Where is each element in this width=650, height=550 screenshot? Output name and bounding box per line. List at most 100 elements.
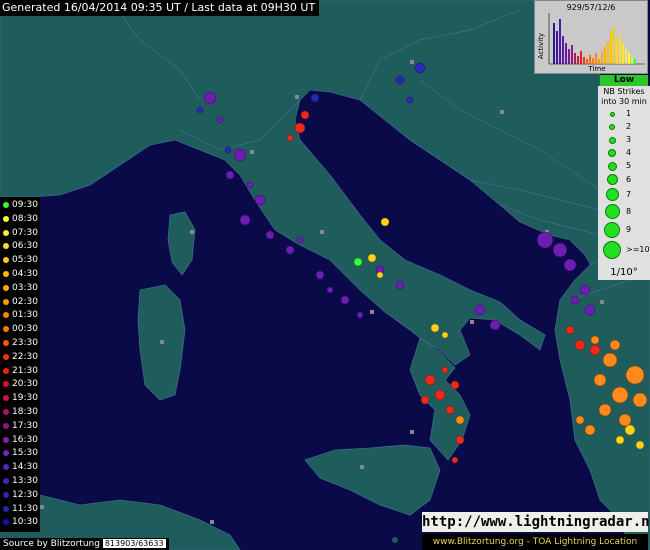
strike-size-label: 9 [626,225,632,234]
time-legend-row: 16:30 [0,434,40,446]
time-color-dot [3,271,9,277]
strikes-legend: NB Strikes into 30 min 1 2 3 4 5 6 7 8 9 >=10 [598,86,650,266]
time-color-dot [3,353,9,360]
generated-text: Generated 16/04/2014 09:35 UT [2,1,181,14]
time-label: 14:30 [12,462,38,473]
time-label: 18:30 [12,407,38,417]
activity-x-label: Time [587,65,605,73]
time-color-dot [3,395,9,402]
map-canvas[interactable] [0,0,650,550]
time-color-dot [3,464,9,471]
strike-size-label: 5 [626,161,632,170]
time-label: 02:30 [12,296,38,307]
time-legend-row: 04:30 [0,268,40,280]
time-legend-row: 12:30 [0,489,40,501]
strikes-legend-title-2: into 30 min [601,97,647,106]
strikes-legend-row: 1 [600,108,648,120]
strike-size-dot [608,136,616,144]
lightning-map-page: Generated 16/04/2014 09:35 UT / Last dat… [0,0,650,550]
time-label: 05:30 [12,255,38,266]
strike-size-dot [609,124,615,130]
activity-label: 929/57/12/6 [567,3,616,12]
time-legend-row: 14:30 [0,461,40,473]
time-color-dot [3,298,9,305]
time-label: 00:30 [12,324,38,335]
time-color-dot [3,340,9,346]
time-legend-row: 11:30 [0,503,40,515]
time-label: 04:30 [12,269,38,279]
time-label: 19:30 [12,393,38,404]
activity-bars [553,19,636,64]
time-legend: 09:30 08:30 07:30 06:30 05:30 04:30 03:30 02:30… [0,197,40,532]
time-label: 09:30 [12,200,38,210]
time-label: 11:30 [12,503,38,514]
strike-size-label: 3 [626,135,632,144]
time-label: 03:30 [12,282,38,293]
time-color-dot [3,326,9,333]
strikes-legend-row: 5 [600,160,648,172]
strike-size-label: 4 [626,148,632,157]
time-color-dot [3,409,9,415]
strike-size-label: 1 [626,109,632,118]
strike-size-dot [605,188,619,201]
time-legend-row: 18:30 [0,406,40,418]
time-color-dot [3,284,9,291]
time-legend-row: 19:30 [0,392,40,404]
time-label: 22:30 [12,351,38,362]
time-color-dot [3,257,9,264]
strikes-legend-row: 4 [600,147,648,159]
strike-size-dot [606,174,618,185]
source-label: Source by Blitzortung 813903/63633 [0,538,169,550]
time-legend-row: 05:30 [0,254,40,266]
time-label: 08:30 [12,213,38,224]
header-bar: Generated 16/04/2014 09:35 UT / Last dat… [0,0,320,16]
time-label: 17:30 [12,420,38,431]
strikes-legend-row: 6 [600,173,648,186]
strikes-legend-row: 8 [600,203,648,220]
strike-size-label: 6 [626,174,632,184]
strike-size-label: 2 [626,122,632,131]
activity-y-label: Activity [537,33,545,59]
time-color-dot [3,312,9,319]
source-stats: 813903/63633 [102,539,166,548]
time-legend-row: 23:30 [0,337,40,349]
land-malta [392,537,398,543]
time-legend-row: 10:30 [0,516,40,528]
strikes-legend-title-1: NB Strikes [603,87,645,96]
source-text: Source by Blitzortung [3,539,100,549]
time-legend-row: 07:30 [0,227,40,239]
strikes-legend-row: 2 [600,121,648,133]
time-legend-row: 22:30 [0,351,40,363]
time-label: 20:30 [12,379,38,390]
time-color-dot [3,505,9,512]
time-label: 01:30 [12,310,38,321]
time-color-dot [3,519,9,526]
time-color-dot [3,381,9,388]
time-color-dot [3,243,9,250]
strike-size-dot [604,204,620,219]
strikes-legend-row: 9 [600,221,648,239]
time-legend-row: 13:30 [0,475,40,487]
time-color-dot [3,422,9,429]
time-label: 07:30 [12,227,38,238]
time-label: 13:30 [12,476,38,486]
time-legend-row: 20:30 [0,378,40,390]
time-legend-row: 21:30 [0,365,40,377]
time-legend-row: 06:30 [0,240,40,252]
last-data-text: Last data at 09H30 UT [191,1,316,14]
time-color-dot [3,202,9,208]
strikes-legend-row: 3 [600,134,648,146]
time-legend-row: 03:30 [0,282,40,294]
time-legend-row: 02:30 [0,296,40,308]
time-label: 21:30 [12,365,38,376]
grid-scale-label: 1/10° [598,266,650,280]
time-legend-row: 01:30 [0,309,40,321]
strike-size-dot [609,111,615,117]
time-legend-row: 09:30 [0,199,40,211]
time-legend-row: 00:30 [0,323,40,335]
time-color-dot [3,367,9,374]
time-color-dot [3,436,9,443]
site-url[interactable]: http://www.lightningradar.net [422,512,650,532]
time-legend-row: 17:30 [0,420,40,432]
time-label: 16:30 [12,434,38,445]
